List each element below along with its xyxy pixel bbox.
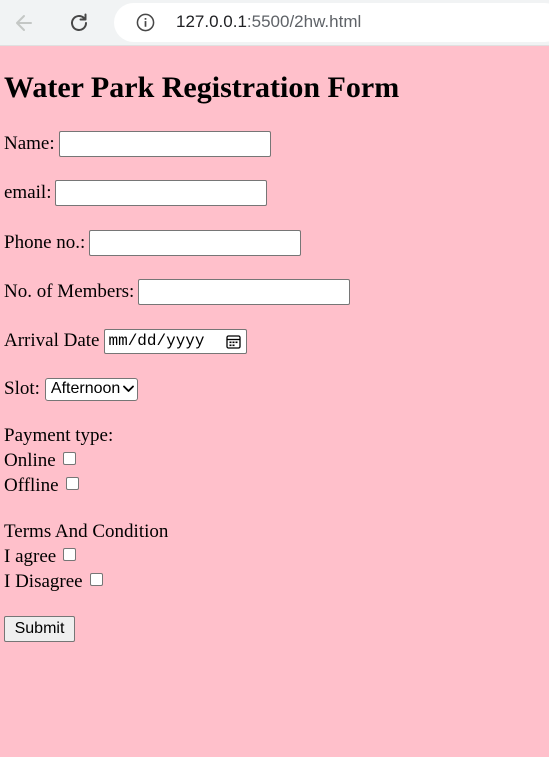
email-label: email: bbox=[4, 182, 52, 203]
terms-label: Terms And Condition bbox=[4, 521, 169, 542]
chevron-down-icon bbox=[123, 385, 135, 392]
terms-heading-row: Terms And Condition bbox=[4, 519, 168, 545]
arrival-date-input[interactable]: mm/dd/yyyy bbox=[104, 328, 248, 354]
reload-button[interactable] bbox=[63, 7, 95, 39]
browser-toolbar: 127.0.0.1:5500/2hw.html bbox=[0, 0, 549, 46]
name-row: Name: bbox=[4, 131, 271, 157]
slot-select[interactable]: Afternoon bbox=[44, 377, 139, 401]
payment-offline-checkbox[interactable] bbox=[65, 476, 79, 490]
arrival-label: Arrival Date bbox=[4, 330, 100, 351]
slot-row: Slot: Afternoon bbox=[4, 376, 139, 402]
terms-agree-checkbox[interactable] bbox=[63, 547, 77, 561]
payment-option-offline: Offline bbox=[4, 473, 79, 499]
slot-selected-value: Afternoon bbox=[50, 380, 121, 397]
reload-icon bbox=[71, 13, 87, 31]
email-row: email: bbox=[4, 180, 268, 206]
terms-agree-label: I agree bbox=[4, 546, 57, 567]
arrival-date-placeholder: mm/dd/yyyy bbox=[108, 332, 205, 350]
page-title: Water Park Registration Form bbox=[4, 71, 400, 104]
phone-label: Phone no.: bbox=[4, 232, 86, 253]
members-row: No. of Members: bbox=[4, 279, 351, 305]
payment-option-online: Online bbox=[4, 448, 76, 474]
terms-disagree-checkbox[interactable] bbox=[89, 572, 103, 586]
url-path: :5500/2hw.html bbox=[246, 12, 362, 31]
phone-input[interactable] bbox=[89, 230, 302, 256]
submit-button[interactable]: Submit bbox=[4, 616, 75, 642]
phone-row: Phone no.: bbox=[4, 230, 302, 256]
name-label: Name: bbox=[4, 133, 55, 154]
slot-label: Slot: bbox=[4, 378, 40, 399]
payment-offline-label: Offline bbox=[4, 475, 59, 496]
terms-option-disagree: I Disagree bbox=[4, 569, 103, 595]
payment-heading-row: Payment type: bbox=[4, 423, 113, 449]
arrow-left-icon bbox=[16, 15, 32, 31]
calendar-icon[interactable] bbox=[226, 334, 242, 349]
url-text[interactable]: 127.0.0.1:5500/2hw.html bbox=[176, 12, 361, 32]
name-input[interactable] bbox=[58, 131, 271, 157]
members-input[interactable] bbox=[138, 279, 351, 305]
email-input[interactable] bbox=[55, 180, 268, 206]
payment-type-label: Payment type: bbox=[4, 425, 114, 446]
payment-online-label: Online bbox=[4, 450, 56, 471]
address-bar[interactable]: 127.0.0.1:5500/2hw.html bbox=[114, 3, 549, 42]
members-label: No. of Members: bbox=[4, 281, 135, 302]
terms-option-agree: I agree bbox=[4, 544, 77, 570]
page-content: Water Park Registration Form Name: email… bbox=[0, 47, 549, 757]
url-host: 127.0.0.1 bbox=[176, 12, 247, 31]
back-button[interactable] bbox=[8, 7, 40, 39]
payment-online-checkbox[interactable] bbox=[62, 451, 76, 465]
info-icon[interactable] bbox=[136, 13, 155, 32]
arrival-row: Arrival Date mm/dd/yyyy bbox=[4, 328, 248, 354]
terms-disagree-label: I Disagree bbox=[4, 571, 83, 592]
